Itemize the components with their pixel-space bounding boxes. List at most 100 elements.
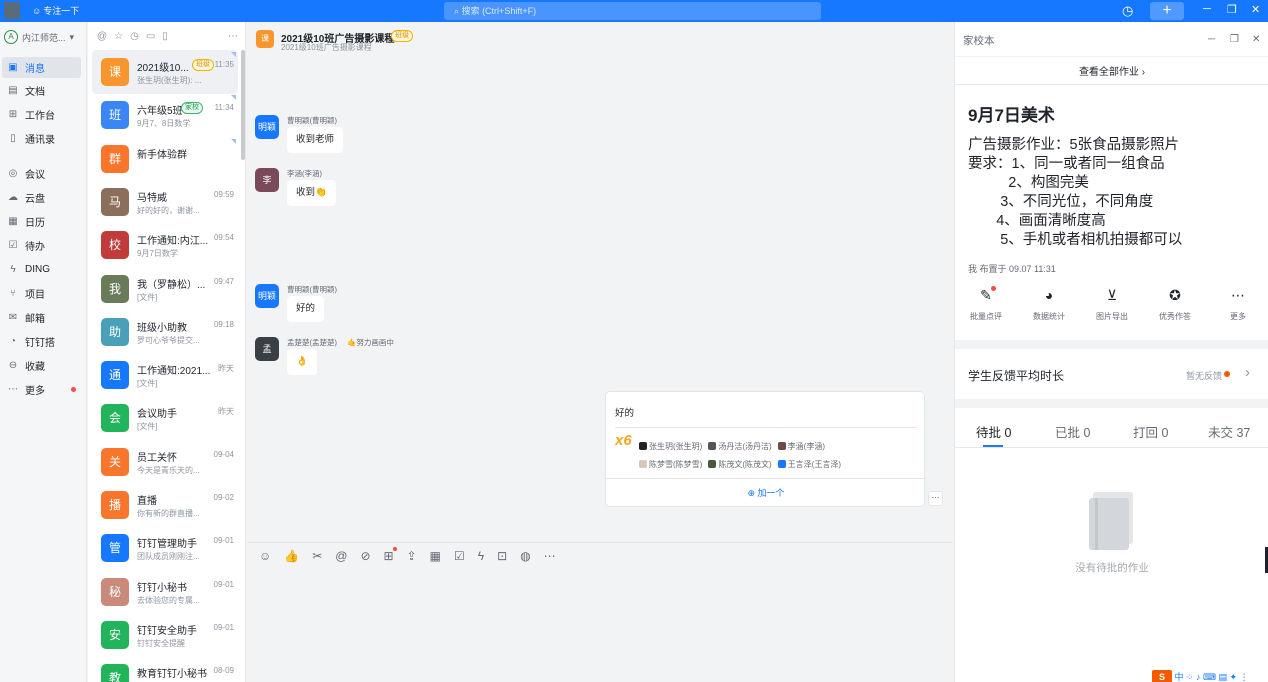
add-button[interactable]: + [1150, 2, 1184, 20]
nav-item-favorite[interactable]: ⊖ 收藏 [2, 355, 81, 376]
conversation-name: 2021级10... [137, 63, 189, 74]
nav-item-more[interactable]: ⋯ 更多 [2, 379, 81, 400]
mention-icon[interactable]: @ [97, 31, 107, 42]
scissors-icon[interactable]: ✂ [312, 549, 322, 563]
conversation-item[interactable]: 秘钉钉小秘书 09-01 去体验您的专属... [92, 570, 238, 614]
mention-icon[interactable]: @ [335, 549, 347, 563]
focus-mode-button[interactable]: ☺ 专注一下 [32, 4, 79, 17]
conversation-name: 工作通知:内江... [137, 236, 209, 248]
sender-avatar[interactable]: 李 [255, 168, 279, 192]
reply-icon[interactable]: ⊡ [497, 549, 507, 563]
tab-pending[interactable]: 待批 0 [976, 422, 1011, 441]
file-icon[interactable]: ▯ [162, 31, 168, 42]
conversation-item[interactable]: 课 2021级10... 11:35 张生玥(张生玥): ... 班级 [92, 50, 238, 94]
ding-icon[interactable]: ϟ [478, 549, 484, 563]
restore-icon[interactable]: ❐ [1227, 3, 1237, 16]
sender-avatar[interactable]: 孟 [255, 337, 279, 361]
archive-icon[interactable]: ▭ [146, 31, 155, 42]
message-bubble[interactable]: 收到👏 [287, 180, 336, 206]
sender-avatar[interactable]: 明颖 [255, 115, 279, 139]
tab-returned[interactable]: 打回 0 [1133, 422, 1168, 441]
more-icon[interactable]: ⋯ [544, 549, 556, 563]
thumbs-up-icon[interactable]: 👍 [284, 549, 299, 563]
close-icon[interactable]: ✕ [1252, 34, 1260, 45]
list-scrollbar[interactable] [241, 50, 245, 160]
nav-item-meeting[interactable]: ◎ 会议 [2, 163, 81, 184]
nav-item-mail[interactable]: ✉ 邮箱 [2, 307, 81, 328]
close-icon[interactable]: ✕ [1251, 3, 1260, 16]
nav-item-docs[interactable]: ▤ 文档 [2, 80, 81, 101]
chevron-right-icon[interactable]: › [1245, 364, 1250, 381]
conversation-tag: 家校 [181, 102, 203, 115]
nav-item-messages[interactable]: ▣ 消息 [2, 57, 81, 78]
minimize-icon[interactable]: ─ [1203, 3, 1211, 15]
conversation-item[interactable]: 群新手体验群 [92, 137, 238, 181]
tab-not-submitted[interactable]: 未交 37 [1208, 422, 1250, 441]
nav-item-contacts[interactable]: ▯ 通讯录 [2, 128, 81, 149]
conversation-avatar: 安 [101, 620, 129, 649]
batch-review-button[interactable]: ✎ 批量点评 [961, 286, 1011, 322]
org-switcher[interactable]: A 内江师范... ▾ [4, 30, 74, 44]
group-avatar[interactable]: 课 [256, 30, 274, 48]
nav-item-ding[interactable]: ϟ DING [2, 259, 81, 280]
nav-item-calendar[interactable]: ▦ 日历 [2, 211, 81, 232]
checkbox-icon[interactable]: ☑ [454, 549, 465, 563]
conversation-list: @ ☆ ◷ ▭ ▯ ⋯ 课 2021级10... 11:35 张生玥(张生玥): ..… [88, 22, 246, 682]
conversation-item[interactable]: 安钉钉安全助手 09-01 钉钉安全提醒 [92, 613, 238, 657]
data-stats-button[interactable]: ◕ 数据统计 [1024, 287, 1074, 322]
participant[interactable]: 汤丹洁(汤丹洁) [708, 442, 772, 451]
feedback-title[interactable]: 学生反馈平均时长 [968, 367, 1064, 384]
message-more-button[interactable]: ⋯ [928, 491, 943, 506]
participant[interactable]: 王言泽(王言泽) [777, 460, 841, 469]
conversation-item[interactable]: 通工作通知:2021... 昨天 [文件] [92, 353, 238, 397]
conversation-item[interactable]: 播直播 09-02 你有新的群直播... [92, 483, 238, 527]
nav-item-project[interactable]: ⑂ 项目 [2, 283, 81, 304]
history-icon[interactable]: ◷ [1122, 3, 1133, 19]
upload-icon[interactable]: ⇪ [407, 549, 417, 563]
sender-avatar[interactable]: 明颖 [255, 284, 279, 308]
participant[interactable]: 陈茂文(陈茂文) [708, 460, 772, 469]
add-one-button[interactable]: ⊕ 加一个 [606, 486, 926, 499]
more-icon[interactable]: ⋯ [228, 31, 238, 42]
task-icon[interactable]: ⊞ [384, 547, 397, 563]
view-all-homework-link[interactable]: 查看全部作业 › [955, 63, 1268, 78]
slash-command-icon[interactable]: ⊘ [360, 549, 370, 563]
conversation-item[interactable]: 教教育钉钉小秘书08-09【产品公告】家... [92, 656, 238, 682]
ime-toolbar[interactable]: S 中 ⁘ ♪ ⌨ ▤ ✦ ⋮ [1152, 670, 1268, 682]
conversation-item[interactable]: 会会议助手 昨天 [文件] [92, 396, 238, 440]
message-bubble[interactable]: 好的 [287, 296, 325, 322]
homework-title: 9月7日美术 [968, 106, 1055, 125]
image-export-button[interactable]: ⊻ 图片导出 [1087, 287, 1137, 322]
conversation-item[interactable]: 关员工关怀 09-04 今天是青乐天的... [92, 440, 238, 484]
conversation-item[interactable]: 助班级小助教 09:18 罗可心爷爷提交... [92, 310, 238, 354]
excellent-answers-button[interactable]: ✪ 优秀作答 [1150, 287, 1200, 322]
search-input[interactable]: ⌕ 搜索 (Ctrl+Shift+F) [444, 2, 821, 20]
nav-item-workbench[interactable]: ⊞ 工作台 [2, 104, 81, 125]
card-text: 好的 [615, 408, 635, 419]
participant[interactable]: 张生玥(张生玥) [639, 442, 702, 451]
minimize-icon[interactable]: ─ [1208, 34, 1215, 45]
conversation-item[interactable]: 管钉钉管理助手 09-01 团队成员刚刚注... [92, 526, 238, 570]
clock-icon[interactable]: ◷ [130, 31, 139, 42]
conversation-item[interactable]: 班六年级5班 11:34 9月7、8日数学 家校 [92, 93, 238, 137]
restore-icon[interactable]: ❐ [1230, 34, 1239, 45]
conversation-item[interactable]: 校工作通知:内江... 09:54 9月7日数学 [92, 223, 238, 267]
more-actions-button[interactable]: ⋯ 更多 [1213, 287, 1263, 322]
conversation-item[interactable]: 马马特威 09:59 好的好的，谢谢... [92, 180, 238, 224]
sender-status: 🤙努力画画中 [347, 338, 394, 347]
conversation-item[interactable]: 我我（罗静松）... 09:47 [文件] [92, 267, 238, 311]
sticker-icon[interactable]: ◍ [520, 549, 530, 563]
message-bubble[interactable]: 收到老师 [287, 127, 344, 153]
tab-reviewed[interactable]: 已批 0 [1055, 422, 1090, 441]
participant[interactable]: 陈梦雪(陈梦雪) [639, 460, 702, 469]
document-icon: ▤ [8, 85, 18, 96]
participant[interactable]: 李涵(李涵) [777, 442, 825, 451]
message-bubble[interactable]: 👌 [287, 349, 317, 375]
user-avatar[interactable] [4, 2, 20, 19]
nav-item-cloud[interactable]: ☁ 云盘 [2, 187, 81, 208]
emoji-icon[interactable]: ☺ [259, 549, 271, 563]
nav-item-todo[interactable]: ☑ 待办 [2, 235, 81, 256]
nav-item-builder[interactable]: ◔ 钉钉搭 [2, 331, 81, 352]
schedule-icon[interactable]: ▦ [430, 549, 441, 563]
star-icon[interactable]: ☆ [114, 31, 123, 42]
